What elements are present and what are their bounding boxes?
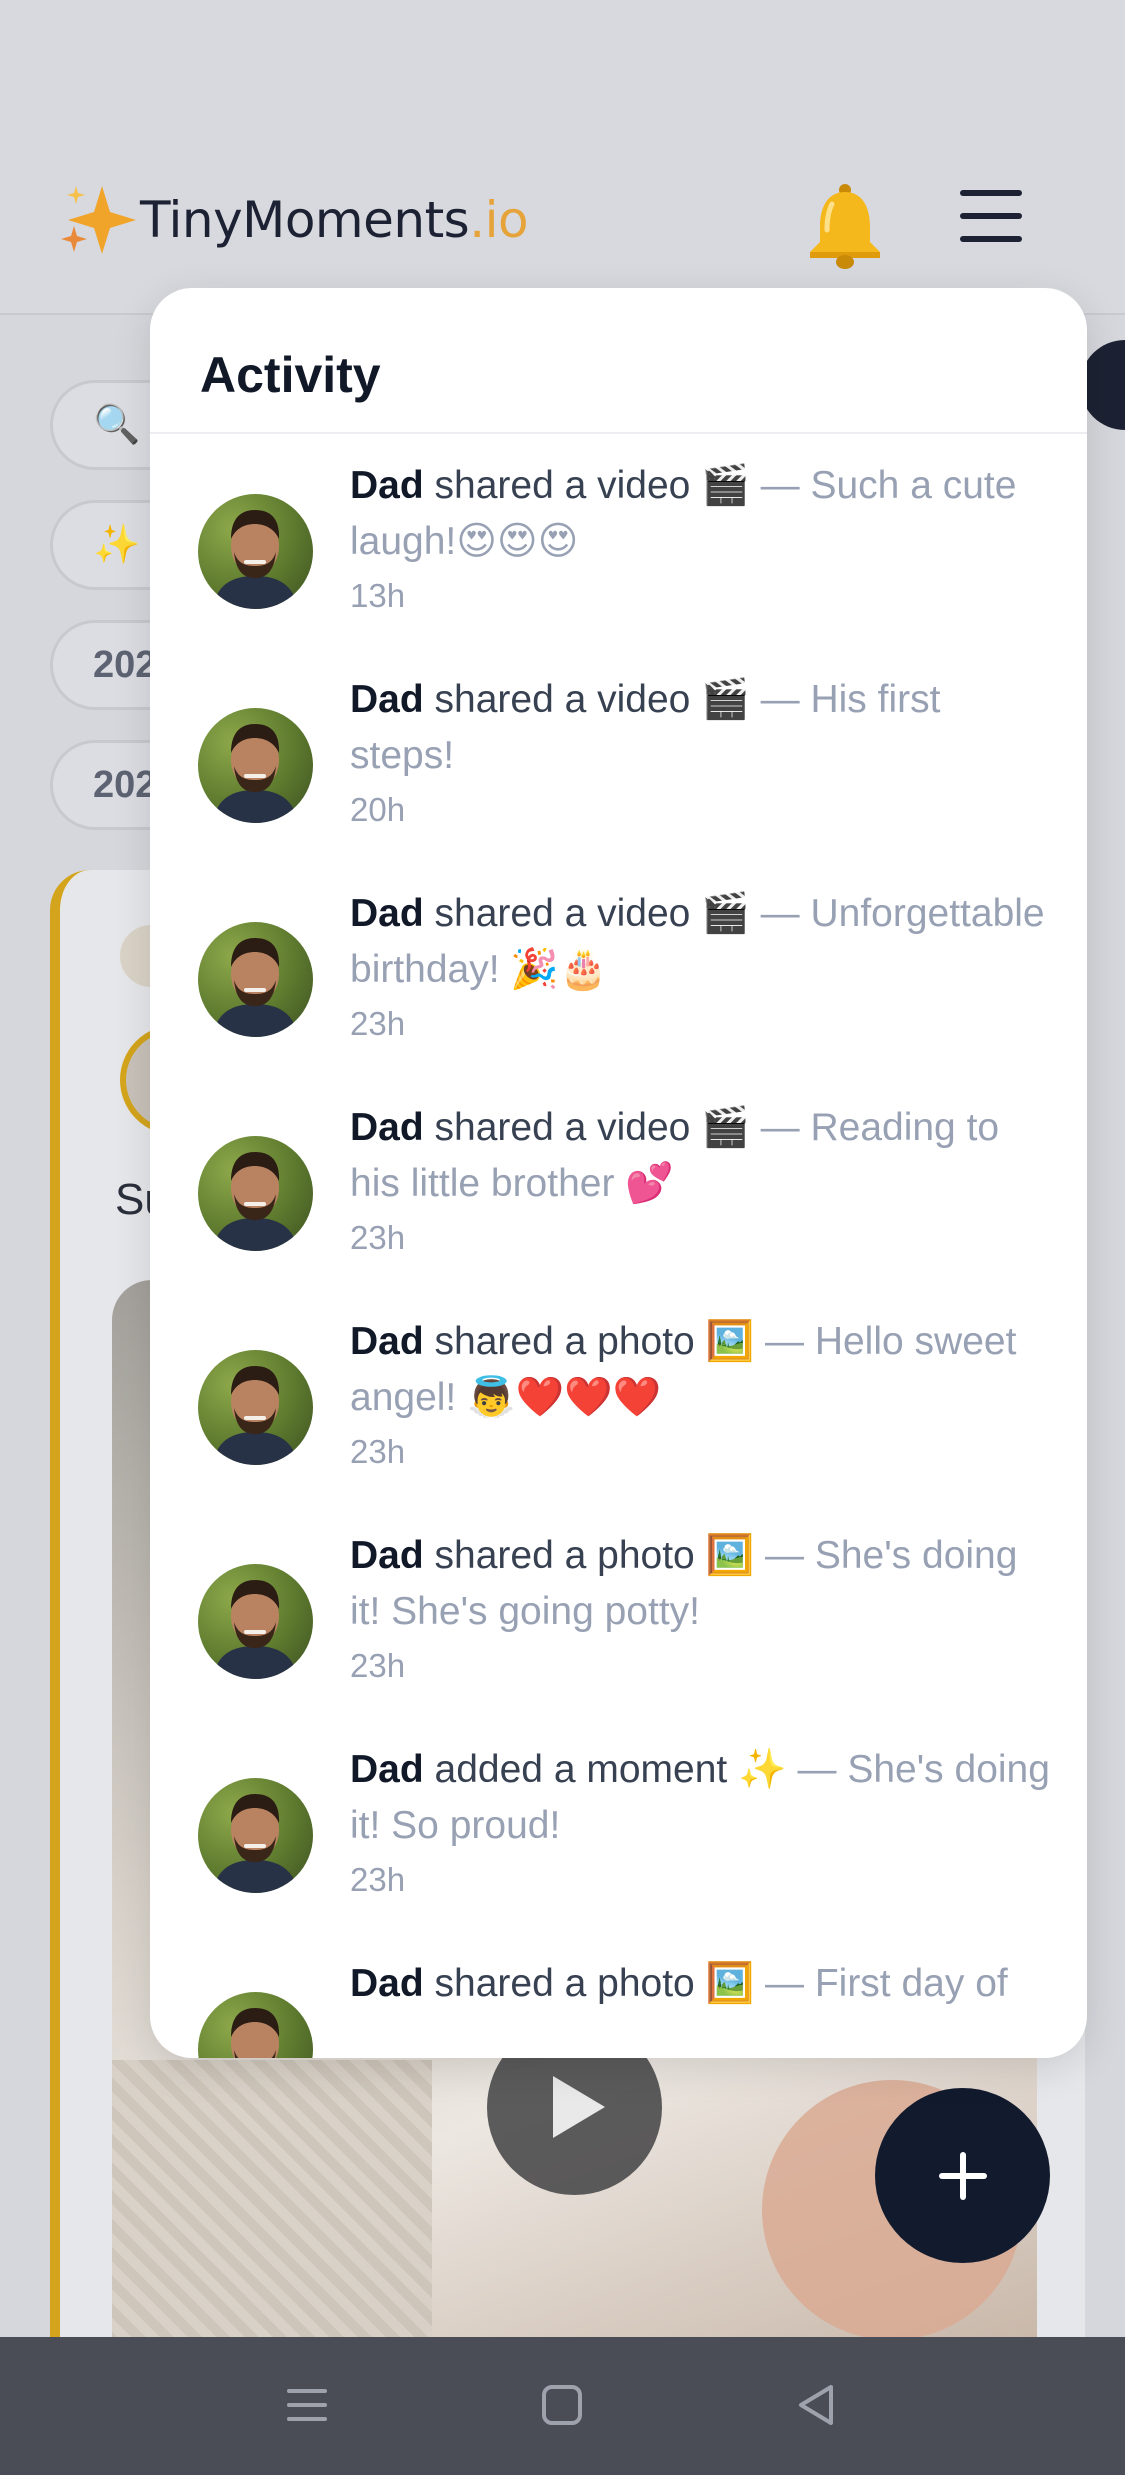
timestamp: 23h (350, 1005, 406, 1042)
brand-name: TinyMoments.io (140, 191, 529, 249)
home-icon[interactable] (532, 2375, 592, 2435)
activity-item[interactable]: Dad shared a video 🎬 — Unforgettable bir… (150, 866, 1087, 1080)
activity-text: Dad shared a video 🎬 — Such a cute laugh… (350, 458, 1050, 618)
system-nav-bar (0, 2337, 1125, 2475)
play-icon (553, 2076, 605, 2138)
activity-item[interactable]: Dad shared a photo 🖼️ — First day of (150, 1936, 1087, 2058)
timestamp: 23h (350, 1433, 406, 1470)
back-icon[interactable] (787, 2375, 847, 2435)
activity-item[interactable]: Dad shared a video 🎬 — Reading to his li… (150, 1080, 1087, 1294)
activity-item[interactable]: Dad shared a video 🎬 — His first steps! … (150, 652, 1087, 866)
timestamp: 23h (350, 1861, 406, 1898)
timestamp: 20h (350, 791, 406, 828)
avatar (198, 1350, 313, 1465)
app-header: TinyMoments.io (0, 0, 1125, 315)
add-moment-button[interactable] (875, 2088, 1050, 2263)
bell-icon[interactable] (800, 180, 890, 270)
activity-text: Dad shared a photo 🖼️ — First day of (350, 1962, 1008, 2005)
timestamp: 23h (350, 1647, 406, 1684)
activity-text: Dad shared a video 🎬 — His first steps! … (350, 672, 1050, 832)
timestamp: 23h (350, 1219, 406, 1256)
recent-apps-icon[interactable] (277, 2375, 337, 2435)
divider (150, 432, 1087, 434)
avatar (198, 1992, 313, 2058)
activity-text: Dad shared a video 🎬 — Unforgettable bir… (350, 886, 1050, 1046)
timestamp: 13h (350, 577, 406, 614)
avatar (198, 1136, 313, 1251)
activity-title: Activity (200, 347, 381, 403)
sparkle-logo-icon (61, 186, 136, 254)
activity-item[interactable]: Dad shared a photo 🖼️ — Hello sweet ange… (150, 1294, 1087, 1508)
activity-dropdown: Activity Dad shared a video 🎬 — Such a c… (150, 288, 1087, 2058)
activity-item[interactable]: Dad added a moment ✨ — She's doing it! S… (150, 1722, 1087, 1936)
activity-text: Dad shared a photo 🖼️ — She's doing it! … (350, 1528, 1050, 1688)
avatar (198, 494, 313, 609)
activity-text: Dad shared a photo 🖼️ — Hello sweet ange… (350, 1314, 1050, 1474)
avatar (198, 1564, 313, 1679)
avatar (198, 922, 313, 1037)
knit-blanket (112, 2060, 432, 2340)
brand-logo[interactable]: TinyMoments.io (60, 180, 529, 260)
activity-item[interactable]: Dad shared a video 🎬 — Such a cute laugh… (150, 438, 1087, 652)
plus-icon (938, 2151, 987, 2200)
activity-text: Dad added a moment ✨ — She's doing it! S… (350, 1742, 1050, 1902)
avatar (198, 1778, 313, 1893)
activity-text: Dad shared a video 🎬 — Reading to his li… (350, 1100, 1050, 1260)
hamburger-menu-icon[interactable] (960, 190, 1022, 250)
avatar (198, 708, 313, 823)
activity-item[interactable]: Dad shared a photo 🖼️ — She's doing it! … (150, 1508, 1087, 1722)
